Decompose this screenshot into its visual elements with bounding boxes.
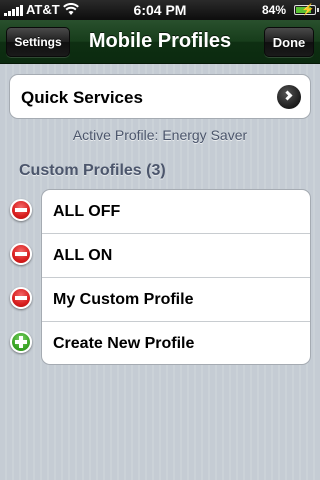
list-item-label: Create New Profile [53,335,195,352]
list-item-label: ALL OFF [53,203,121,220]
list-item-my-custom-profile[interactable]: My Custom Profile [42,278,310,322]
status-bar: AT&T 6:04 PM 84% ⚡ [0,0,320,20]
list-item-all-on[interactable]: ALL ON [42,234,310,278]
battery-percent: 84% [261,3,286,17]
custom-profiles-list: ALL OFF ALL ON My Custom Profile Create … [41,189,311,365]
disclosure-arrow-icon[interactable] [277,85,301,109]
quick-services-label: Quick Services [21,88,143,107]
navigation-bar: Settings Mobile Profiles Done [0,20,320,64]
delete-all-on-button[interactable] [10,243,32,265]
done-button[interactable]: Done [264,27,314,57]
active-profile-text: Active Profile: Energy Saver [72,127,248,143]
add-profile-button[interactable] [10,331,32,353]
quick-services-cell[interactable]: Quick Services [9,74,311,119]
list-item-create-new-profile[interactable]: Create New Profile [42,322,310,366]
minus-icon [15,208,27,212]
list-item-all-off[interactable]: ALL OFF [42,190,310,234]
list-item-label: ALL ON [53,247,113,264]
custom-profiles-header: Custom Profiles (3) [19,162,166,179]
delete-my-custom-profile-button[interactable] [10,287,32,309]
minus-icon [15,252,27,256]
minus-icon [15,296,27,300]
list-item-label: My Custom Profile [53,291,194,308]
delete-all-off-button[interactable] [10,199,32,221]
battery-charging-icon: ⚡ [294,4,319,16]
